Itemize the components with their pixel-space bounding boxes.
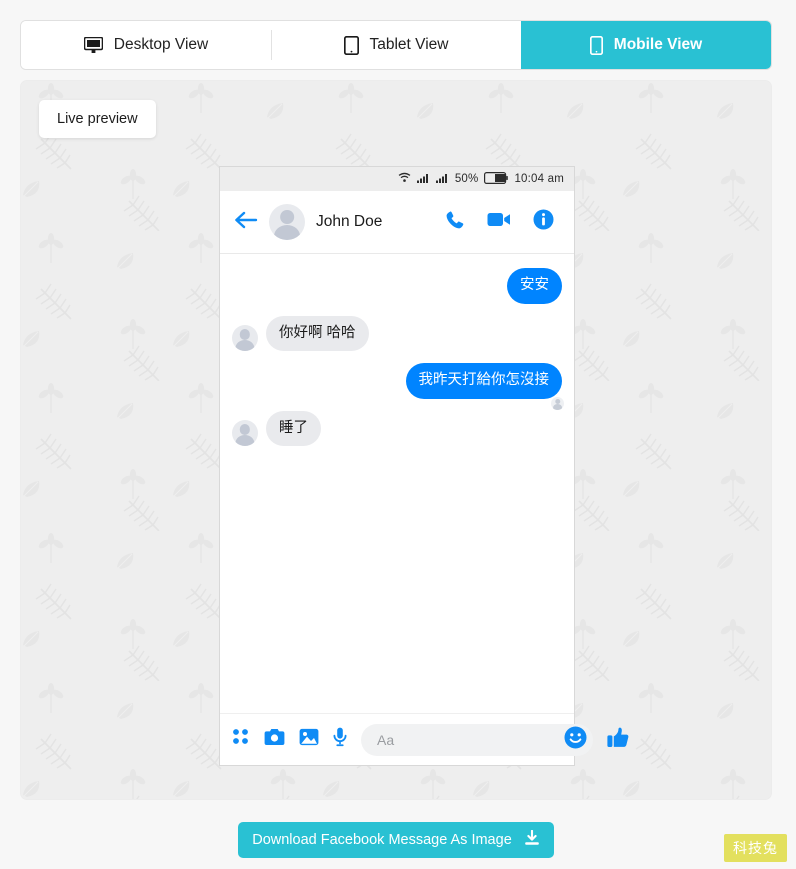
status-time-label: 10:04 am [514,173,564,185]
avatar-body [235,340,255,352]
chat-header-actions [445,209,554,235]
smiley-face-icon[interactable] [564,726,587,754]
tab-mobile-view-label: Mobile View [613,36,703,53]
tab-tablet-view-label: Tablet View [369,36,449,53]
avatar-head [239,424,251,435]
message-input-wrapper[interactable] [361,723,593,756]
message-row: 我昨天打給你怎沒接 [232,363,564,410]
avatar-head [239,329,251,340]
tab-tablet-view[interactable]: Tablet View [271,21,521,69]
message-bubble-outgoing[interactable]: 安安 [507,268,562,304]
message-list: 安安 你好啊 哈哈 我昨天打給你怎沒接 睡了 [220,254,574,713]
camera-icon[interactable] [264,728,285,751]
message-row: 你好啊 哈哈 [232,315,562,352]
message-row: 安安 [232,268,562,304]
desktop-monitor-icon [83,36,103,54]
battery-half-icon [484,171,509,187]
back-arrow-icon[interactable] [234,211,258,234]
message-bubble-incoming[interactable]: 你好啊 哈哈 [266,315,369,352]
avatar-head [280,210,294,224]
avatar-body [274,224,300,240]
video-camera-icon[interactable] [487,211,511,233]
download-button-label: Download Facebook Message As Image [252,832,512,848]
info-circle-icon[interactable] [533,209,554,235]
view-mode-tabbar: Desktop View Tablet View Mobile View [20,20,772,70]
message-avatar [232,420,258,447]
contact-name: John Doe [316,213,383,230]
app-grid-icon[interactable] [232,728,250,751]
tab-desktop-view[interactable]: Desktop View [21,21,271,69]
message-row: 睡了 [232,410,562,447]
phone-call-icon[interactable] [445,210,465,235]
download-button[interactable]: Download Facebook Message As Image [238,822,554,858]
signal-bars-icon-2 [435,173,449,186]
phone-mockup: 50% 10:04 am John Doe 安安 你好啊 哈哈 我昨天打給你怎沒… [219,166,629,766]
download-icon [524,829,540,850]
avatar[interactable] [269,204,305,240]
phone-status-bar: 50% 10:04 am [220,167,574,191]
seen-indicator-avatar [551,396,564,410]
battery-percent-label: 50% [454,173,479,185]
tablet-icon [343,35,359,55]
tab-desktop-view-label: Desktop View [113,36,209,53]
live-preview-badge: Live preview [39,100,156,138]
message-input[interactable] [377,731,558,748]
message-bubble-outgoing[interactable]: 我昨天打給你怎沒接 [405,363,562,399]
avatar-body [235,435,255,447]
photo-image-icon[interactable] [299,728,319,751]
wifi-icon [398,172,411,186]
avatar-head [554,398,561,404]
microphone-icon[interactable] [333,727,347,752]
live-preview-panel: Live preview 50% 10:04 am John Doe 安安 你好… [20,80,772,800]
chat-header: John Doe [220,191,574,254]
signal-bars-icon [416,173,430,186]
message-avatar [232,325,258,352]
tab-mobile-view[interactable]: Mobile View [521,21,771,69]
avatar-body [552,404,563,410]
mobile-phone-icon [589,35,603,55]
thumbs-up-icon[interactable] [607,727,629,753]
watermark-badge: 科技兔 [724,834,787,862]
message-composer [220,713,629,765]
message-bubble-incoming[interactable]: 睡了 [266,410,321,447]
